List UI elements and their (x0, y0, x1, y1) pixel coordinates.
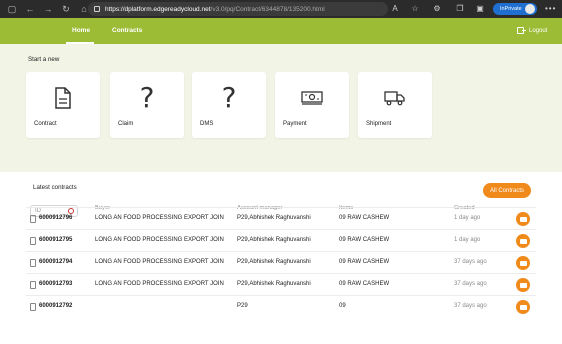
back-icon[interactable]: ← (24, 3, 36, 15)
browser-toolbar: ▢ ← → ↻ ⌂ https://dplatform.edgereadyclo… (0, 0, 562, 18)
mail-button[interactable] (516, 212, 530, 226)
table-row[interactable]: 6000912793 LONG AN FOOD PROCESSING EXPOR… (26, 273, 536, 295)
logout-button[interactable]: Logout (517, 27, 547, 34)
document-icon (30, 281, 36, 289)
forward-icon[interactable]: → (42, 3, 54, 15)
buyer-name: LONG AN FOOD PROCESSING EXPORT JOIN (95, 281, 224, 287)
card-label-dms: DMS (200, 121, 214, 127)
created-time: 1 day ago (454, 215, 481, 221)
sidebar-icon[interactable]: ▣ (475, 4, 485, 14)
envelope-icon (519, 282, 527, 288)
logout-label: Logout (529, 27, 548, 34)
items: 09 RAW CASHEW (339, 237, 390, 243)
extensions-icon[interactable]: ⚙ (432, 4, 442, 14)
truck-icon (358, 86, 432, 110)
document-icon (30, 215, 36, 223)
account-manager: P29,Abhishek Raghuvanshi (237, 259, 311, 265)
card-label-shipment: Shipment (366, 121, 392, 127)
created-time: 37 days ago (454, 259, 487, 265)
document-icon (30, 259, 36, 267)
question-icon: ? (139, 81, 155, 114)
items: 09 RAW CASHEW (339, 259, 390, 265)
document-icon (26, 86, 100, 110)
question-icon: ? (221, 81, 237, 114)
inprivate-label: InPrivate (500, 6, 522, 12)
contract-id[interactable]: 6000912796 (39, 215, 72, 221)
new-shipment-card[interactable]: Shipment (358, 72, 432, 138)
banknote-icon (275, 86, 349, 110)
url-path: /v3.0/pq/Contract/6344878/135200.html (210, 5, 325, 13)
card-label-payment: Payment (283, 121, 307, 127)
new-contract-card[interactable]: Contract (26, 72, 100, 138)
latest-contracts-title: Latest contracts (33, 184, 77, 191)
table-row[interactable]: 6000912795 LONG AN FOOD PROCESSING EXPOR… (26, 229, 536, 251)
account-manager: P29,Abhishek Raghuvanshi (237, 237, 311, 243)
start-new-section: Start a new Contract ? Claim ? DMS Payme… (0, 44, 562, 172)
mail-button[interactable] (516, 256, 530, 270)
collections-icon[interactable]: ❐ (455, 4, 465, 14)
created-time: 37 days ago (454, 303, 487, 309)
contract-id[interactable]: 6000912795 (39, 237, 72, 243)
tab-contracts[interactable]: Contracts (112, 27, 142, 34)
card-label-claim: Claim (118, 121, 134, 127)
envelope-icon (519, 260, 527, 266)
buyer-name: LONG AN FOOD PROCESSING EXPORT JOIN (95, 259, 224, 265)
account-manager: P29,Abhishek Raghuvanshi (237, 281, 311, 287)
tabs-icon[interactable]: ▢ (6, 3, 18, 15)
tab-home[interactable]: Home (72, 27, 90, 34)
envelope-icon (519, 238, 527, 244)
refresh-icon[interactable]: ↻ (60, 3, 72, 15)
read-aloud-icon[interactable]: A (390, 4, 400, 14)
buyer-name: LONG AN FOOD PROCESSING EXPORT JOIN (95, 237, 224, 243)
card-label-contract: Contract (34, 121, 57, 127)
table-row[interactable]: 6000912794 LONG AN FOOD PROCESSING EXPOR… (26, 251, 536, 273)
document-icon (30, 303, 36, 311)
all-contracts-button[interactable]: All Contracts (483, 183, 531, 198)
mail-button[interactable] (516, 234, 530, 248)
profile-avatar (525, 4, 535, 14)
table-row[interactable]: 6000912796 LONG AN FOOD PROCESSING EXPOR… (26, 207, 536, 229)
more-menu-icon[interactable]: ••• (545, 4, 556, 13)
created-time: 37 days ago (454, 281, 487, 287)
top-navigation: Home Contracts Logout (0, 18, 562, 44)
url-host: https://dplatform.edgereadycloud.net (105, 5, 211, 13)
envelope-icon (519, 216, 527, 222)
new-dms-card[interactable]: ? DMS (192, 72, 266, 138)
document-icon (30, 237, 36, 245)
contract-id[interactable]: 6000912793 (39, 281, 72, 287)
envelope-icon (519, 304, 527, 310)
account-manager: P29 (237, 303, 248, 309)
inprivate-button[interactable]: InPrivate (493, 3, 537, 15)
items: 09 RAW CASHEW (339, 281, 390, 287)
contract-id[interactable]: 6000912794 (39, 259, 72, 265)
logout-icon (517, 27, 526, 34)
account-manager: P29,Abhishek Raghuvanshi (237, 215, 311, 221)
address-bar[interactable]: https://dplatform.edgereadycloud.net/v3.… (88, 2, 388, 16)
favorite-icon[interactable]: ☆ (410, 4, 420, 14)
items: 09 RAW CASHEW (339, 215, 390, 221)
table-row[interactable]: 6000912792 P29 09 37 days ago (26, 295, 536, 317)
items: 09 (339, 303, 346, 309)
contract-id[interactable]: 6000912792 (39, 303, 72, 309)
start-new-label: Start a new (28, 56, 60, 63)
mail-button[interactable] (516, 300, 530, 314)
new-payment-card[interactable]: Payment (275, 72, 349, 138)
app-page: Home Contracts Logout Start a new Contra… (0, 18, 562, 344)
new-claim-card[interactable]: ? Claim (110, 72, 184, 138)
buyer-name: LONG AN FOOD PROCESSING EXPORT JOIN (95, 215, 224, 221)
created-time: 1 day ago (454, 237, 481, 243)
lock-icon (94, 6, 100, 12)
mail-button[interactable] (516, 278, 530, 292)
